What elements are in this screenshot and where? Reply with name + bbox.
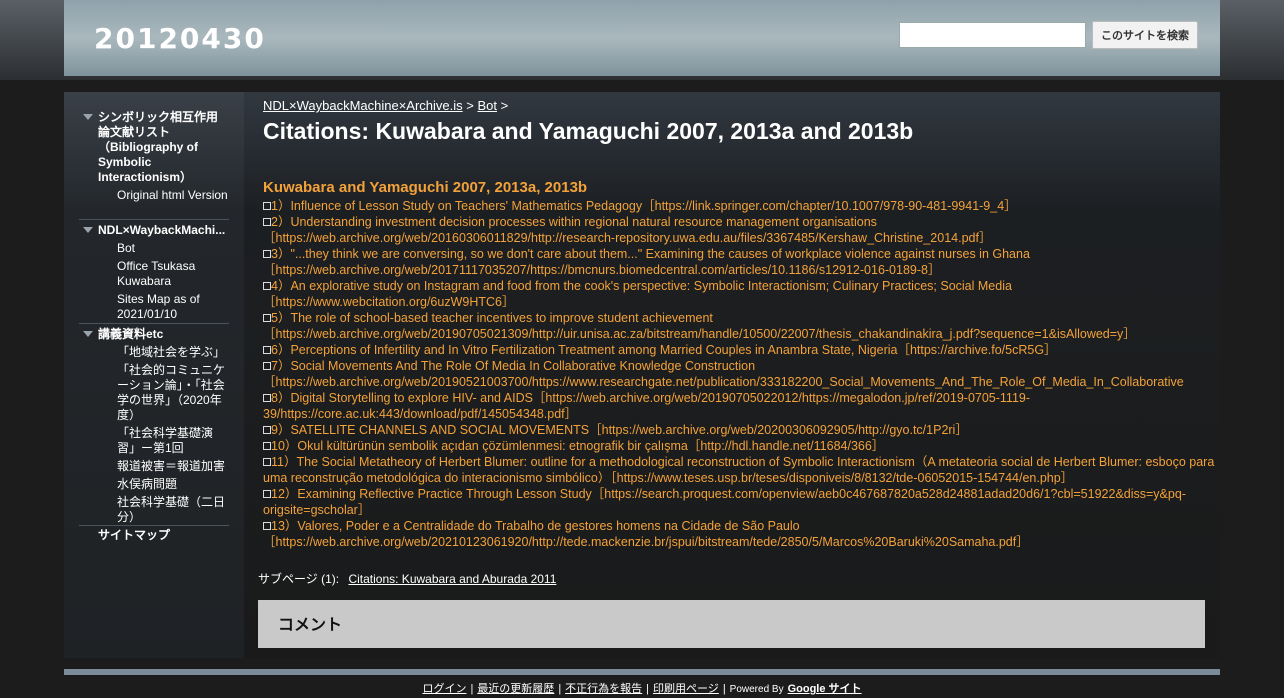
breadcrumb-separator: > xyxy=(500,98,509,113)
sidebar-group-label[interactable]: 講義資料etc xyxy=(79,327,229,342)
subpages-label: サブページ (1): xyxy=(258,572,340,586)
site-title[interactable]: 20120430 xyxy=(94,22,266,55)
collapse-triangle-icon[interactable] xyxy=(83,331,93,337)
citation-item[interactable]: 5）The role of school-based teacher incen… xyxy=(263,310,1218,342)
footer-separator: | xyxy=(470,683,474,695)
sidebar-group-label[interactable]: シンボリック相互作用論文献リスト（Bibliography of Symboli… xyxy=(79,110,229,185)
checkbox-icon xyxy=(263,522,271,530)
citation-item[interactable]: 11）The Social Metatheory of Herbert Blum… xyxy=(263,454,1218,486)
section-heading: Kuwabara and Yamaguchi 2007, 2013a, 2013… xyxy=(263,179,588,196)
site-header: 20120430 このサイトを検索 xyxy=(64,0,1220,76)
subpages: サブページ (1): Citations: Kuwabara and Abura… xyxy=(258,570,556,587)
checkbox-icon xyxy=(263,202,271,210)
recent-activity-link[interactable]: 最近の更新履歴 xyxy=(477,683,554,695)
sidebar-item[interactable]: Original html Version xyxy=(79,188,229,203)
main-content: NDL×WaybackMachine×Archive.is > Bot > Ci… xyxy=(244,92,1220,658)
citation-item[interactable]: 12）Examining Reflective Practice Through… xyxy=(263,486,1218,518)
sidebar-item[interactable]: 報道被害＝報道加害 xyxy=(79,459,229,474)
search-button[interactable]: このサイトを検索 xyxy=(1092,21,1198,49)
comment-section: コメント xyxy=(258,600,1205,648)
citation-item[interactable]: 6）Perceptions of Infertility and In Vitr… xyxy=(263,342,1218,358)
citation-item[interactable]: 8）Digital Storytelling to explore HIV- a… xyxy=(263,390,1218,422)
report-abuse-link[interactable]: 不正行為を報告 xyxy=(565,683,642,695)
checkbox-icon xyxy=(263,346,271,354)
sidebar-group-bibliography: シンボリック相互作用論文献リスト（Bibliography of Symboli… xyxy=(79,110,229,220)
breadcrumb: NDL×WaybackMachine×Archive.is > Bot > xyxy=(263,98,508,113)
sidebar-group-ndl: NDL×WaybackMachi... Bot Office Tsukasa K… xyxy=(79,221,229,324)
breadcrumb-parent-link[interactable]: Bot xyxy=(478,98,498,113)
footer-divider xyxy=(64,669,1220,675)
footer-separator: | xyxy=(646,683,650,695)
subpage-link[interactable]: Citations: Kuwabara and Aburada 2011 xyxy=(348,572,556,586)
breadcrumb-root-link[interactable]: NDL×WaybackMachine×Archive.is xyxy=(263,98,463,113)
citation-item[interactable]: 13）Valores, Poder e a Centralidade do Tr… xyxy=(263,518,1218,550)
sidebar-item[interactable]: Sites Map as of 2021/01/10 xyxy=(79,292,229,322)
sidebar-item[interactable]: 「社会科学基礎演習」ー第1回 xyxy=(79,426,229,456)
sidebar-sitemap-link[interactable]: サイトマップ xyxy=(79,528,170,543)
checkbox-icon xyxy=(263,394,271,402)
collapse-triangle-icon[interactable] xyxy=(83,227,93,233)
citation-list: 1）Influence of Lesson Study on Teachers'… xyxy=(263,198,1218,550)
login-link[interactable]: ログイン xyxy=(422,683,466,695)
checkbox-icon xyxy=(263,218,271,226)
sidebar-item[interactable]: 社会科学基礎（二日分） xyxy=(79,495,229,525)
checkbox-icon xyxy=(263,458,271,466)
citation-item[interactable]: 9）SATELLITE CHANNELS AND SOCIAL MOVEMENT… xyxy=(263,422,1218,438)
sidebar-item[interactable]: Bot xyxy=(79,241,229,256)
checkbox-icon xyxy=(263,442,271,450)
sidebar-item[interactable]: Office Tsukasa Kuwabara xyxy=(79,259,229,289)
google-sites-link[interactable]: Google サイト xyxy=(788,683,862,695)
powered-by-label: Powered By xyxy=(729,684,784,695)
breadcrumb-separator: > xyxy=(466,98,474,113)
sidebar: シンボリック相互作用論文献リスト（Bibliography of Symboli… xyxy=(64,92,244,658)
checkbox-icon xyxy=(263,282,271,290)
checkbox-icon xyxy=(263,362,271,370)
checkbox-icon xyxy=(263,490,271,498)
sidebar-item[interactable]: 「地域社会を学ぶ」 xyxy=(79,345,229,360)
sidebar-item[interactable]: 水俣病問題 xyxy=(79,477,229,492)
citation-item[interactable]: 1）Influence of Lesson Study on Teachers'… xyxy=(263,198,1218,214)
collapse-triangle-icon[interactable] xyxy=(83,114,93,120)
search-input[interactable] xyxy=(899,22,1086,48)
checkbox-icon xyxy=(263,426,271,434)
footer-separator: | xyxy=(722,683,726,695)
footer: ログイン | 最近の更新履歴 | 不正行為を報告 | 印刷用ページ | Powered By Go… xyxy=(0,680,1284,696)
citation-item[interactable]: 7）Social Movements And The Role Of Media… xyxy=(263,358,1218,390)
citation-item[interactable]: 3）"...they think we are conversing, so w… xyxy=(263,246,1218,278)
sidebar-item[interactable]: 「社会的コミュニケーション論」・「社会学の世界」（2020年度） xyxy=(79,363,229,423)
print-page-link[interactable]: 印刷用ページ xyxy=(653,683,719,695)
footer-separator: | xyxy=(558,683,562,695)
sidebar-group-lectures: 講義資料etc 「地域社会を学ぶ」 「社会的コミュニケーション論」・「社会学の世… xyxy=(79,325,229,526)
citation-item[interactable]: 2）Understanding investment decision proc… xyxy=(263,214,1218,246)
page-title: Citations: Kuwabara and Yamaguchi 2007, … xyxy=(263,118,914,144)
sidebar-group-label[interactable]: NDL×WaybackMachi... xyxy=(79,223,229,238)
checkbox-icon xyxy=(263,314,271,322)
citation-item[interactable]: 10）Okul kültürünün sembolik açıdan çözüm… xyxy=(263,438,1218,454)
comment-title: コメント xyxy=(278,617,343,634)
checkbox-icon xyxy=(263,250,271,258)
citation-item[interactable]: 4）An explorative study on Instagram and … xyxy=(263,278,1218,310)
